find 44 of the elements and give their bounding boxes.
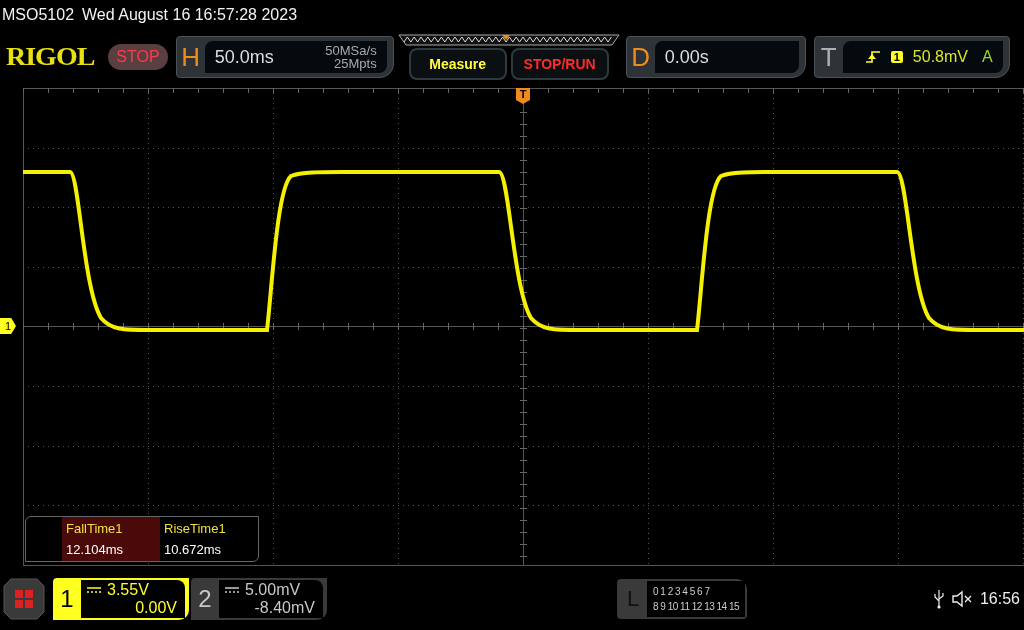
delay-panel[interactable]: D 0.00s xyxy=(625,36,806,78)
measurement-value: 12.104ms xyxy=(66,542,125,557)
brand-logo: RIGOL xyxy=(6,42,95,72)
measure-button[interactable]: Measure xyxy=(408,48,507,80)
measurement-value: 10.672ms xyxy=(164,542,223,557)
trigger-position-marker[interactable]: T xyxy=(516,88,530,104)
run-state-indicator: STOP xyxy=(108,44,168,70)
channel-number: 1 xyxy=(59,584,75,614)
menu-icon xyxy=(3,578,45,620)
dc-coupling-icon xyxy=(87,587,101,593)
model-name: MSO5102 xyxy=(2,6,75,24)
delay-value: 0.00s xyxy=(664,46,709,68)
digital-channel-numbers: 0 1 2 3 4 5 6 7 xyxy=(653,585,711,599)
horizontal-panel[interactable]: H 50.0ms 50MSa/s 25Mpts xyxy=(175,36,394,78)
rising-edge-icon xyxy=(864,49,881,65)
trigger-level: 50.8mV xyxy=(912,48,968,66)
trigger-mode: A xyxy=(981,48,993,66)
sample-rate: 50MSa/s xyxy=(325,44,377,57)
channel-panel[interactable]: 2 5.00mV -8.40mV xyxy=(191,578,327,620)
channel-marker[interactable]: 1 xyxy=(0,318,16,334)
measurement-column[interactable]: RiseTime1 10.672ms xyxy=(160,517,258,561)
vertical-scale: 5.00mV xyxy=(245,581,301,599)
usb-icon xyxy=(933,589,944,609)
muted-speaker-icon xyxy=(951,590,972,608)
trigger-panel[interactable]: T 1 50.8mV A xyxy=(813,36,1010,78)
vertical-offset: 0.00V xyxy=(135,599,177,617)
panel-letter: H xyxy=(180,40,202,74)
panel-letter: T xyxy=(819,40,838,74)
stop-run-button[interactable]: STOP/RUN xyxy=(510,48,609,80)
vertical-scale: 3.55V xyxy=(107,581,149,599)
channel-number: 2 xyxy=(197,584,213,614)
clock-time: 16:56 xyxy=(979,590,1020,608)
channel-panel[interactable]: 1 3.55V 0.00V xyxy=(53,578,189,620)
measurement-name: FallTime1 xyxy=(66,521,124,536)
digital-channel-numbers: 8 9 10 11 12 13 14 15 xyxy=(653,600,741,614)
measurement-column[interactable]: FallTime1 12.104ms xyxy=(62,517,160,561)
timebase-value: 50.0ms xyxy=(214,46,274,68)
dc-coupling-icon xyxy=(225,587,239,593)
memory-depth: 25Mpts xyxy=(334,57,377,70)
trigger-source-badge: 1 xyxy=(890,51,903,63)
date-time: Wed August 16 16:57:28 2023 xyxy=(82,6,298,24)
vertical-offset: -8.40mV xyxy=(254,599,315,617)
measurement-name: RiseTime1 xyxy=(164,521,227,536)
panel-letter: D xyxy=(630,40,652,74)
